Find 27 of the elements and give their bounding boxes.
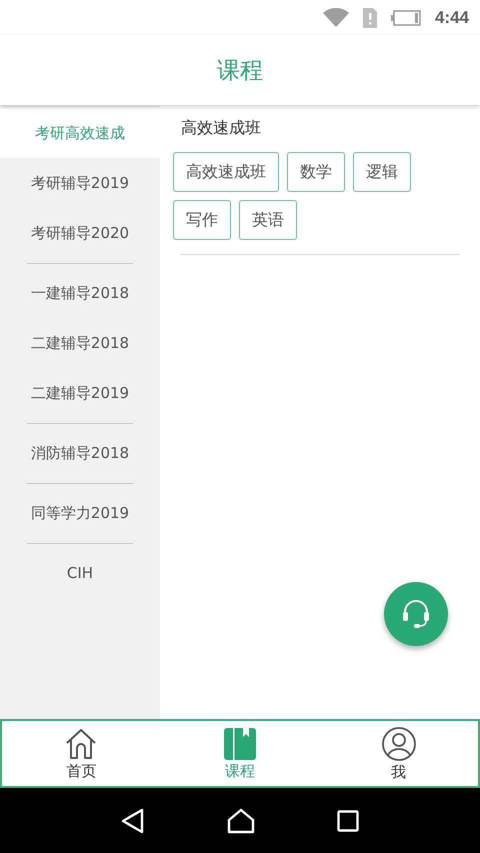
sidebar-item[interactable]: 一建辅导2018 <box>0 268 160 318</box>
nav-tab[interactable]: 首页 <box>2 721 161 786</box>
sidebar-item[interactable]: CIH <box>0 548 160 598</box>
course-tag[interactable]: 数学 <box>287 152 345 192</box>
back-icon[interactable] <box>121 808 145 834</box>
section-heading: 高效速成班 <box>180 118 262 139</box>
book-icon <box>223 726 257 760</box>
status-time: 4:44 <box>434 8 469 28</box>
sim-card-icon <box>362 8 377 28</box>
course-tag[interactable]: 英语 <box>239 200 297 240</box>
nav-tab[interactable]: 我 <box>319 721 478 786</box>
recents-icon[interactable] <box>337 810 359 832</box>
course-tag[interactable]: 逻辑 <box>353 152 411 192</box>
sidebar-item[interactable]: 同等学力2019 <box>0 488 160 538</box>
course-tag[interactable]: 高效速成班 <box>173 152 279 192</box>
sidebar-item[interactable]: 二建辅导2018 <box>0 318 160 368</box>
sidebar-item[interactable]: 考研辅导2019 <box>0 158 160 208</box>
course-tag[interactable]: 写作 <box>173 200 231 240</box>
wifi-icon <box>322 8 349 28</box>
profile-icon <box>380 726 417 762</box>
battery-icon <box>390 10 421 26</box>
sidebar-item[interactable]: 消防辅导2018 <box>0 428 160 478</box>
page-title: 课程 <box>217 56 263 86</box>
sidebar-item[interactable]: 二建辅导2019 <box>0 368 160 418</box>
support-button[interactable] <box>384 582 448 646</box>
home-icon[interactable] <box>227 808 255 834</box>
sidebar-item[interactable]: 考研辅导2020 <box>0 208 160 258</box>
